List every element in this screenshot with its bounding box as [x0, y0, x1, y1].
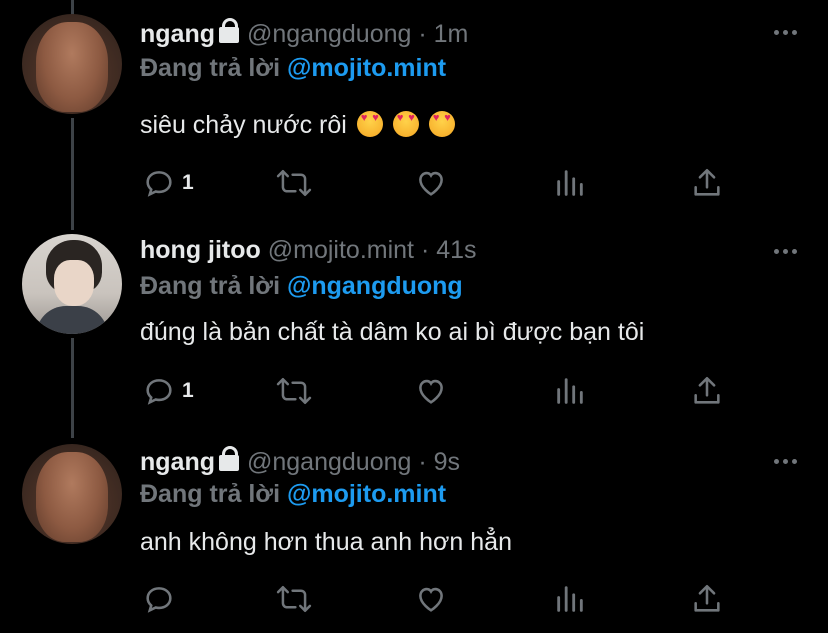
tweet-text: anh không hơn thua anh hơn hẳn — [140, 528, 512, 556]
reply-icon — [146, 379, 172, 405]
retweet-icon — [276, 585, 312, 613]
timestamp[interactable]: 1m — [434, 20, 469, 48]
replying-to-mention[interactable]: @ngangduong — [287, 272, 463, 300]
retweet-icon — [276, 377, 312, 405]
reply-count: 1 — [182, 171, 194, 194]
replying-to-label: Đang trả lời — [140, 272, 281, 300]
tweet[interactable]: ngang @ngangduong · 9s Đang trả lời @moji… — [0, 422, 828, 633]
timestamp[interactable]: 9s — [434, 448, 460, 476]
retweet-icon — [276, 169, 312, 197]
tweet-actions: 1 — [0, 166, 828, 200]
separator-dot: · — [418, 448, 427, 476]
tweet-header: ngang @ngangduong · 9s — [140, 446, 460, 477]
reply-count: 1 — [182, 379, 194, 402]
replying-to-mention[interactable]: @mojito.mint — [287, 54, 446, 82]
replying-to-label: Đang trả lời — [140, 480, 281, 508]
tweet-actions: 1 — [0, 374, 828, 408]
retweet-button[interactable] — [276, 374, 312, 408]
tweet[interactable]: ngang @ngangduong · 1m Đang trả lời @moji… — [0, 0, 828, 212]
heart-eyes-emoji — [356, 111, 383, 137]
like-icon — [419, 379, 443, 404]
analytics-button[interactable] — [553, 374, 587, 408]
retweet-button[interactable] — [276, 582, 312, 616]
heart-eyes-emoji — [428, 111, 455, 137]
replying-to-label: Đang trả lời — [140, 54, 281, 82]
analytics-icon — [557, 586, 583, 612]
avatar[interactable] — [22, 444, 122, 544]
tweet-header: ngang @ngangduong · 1m — [140, 18, 469, 49]
timestamp[interactable]: 41s — [436, 236, 476, 264]
more-icon[interactable] — [772, 246, 800, 256]
like-button[interactable] — [414, 374, 448, 408]
share-icon — [694, 168, 720, 196]
tweet-actions — [0, 582, 828, 616]
reply-button[interactable]: 1 — [142, 374, 194, 408]
lock-icon — [219, 446, 239, 471]
replying-to-mention[interactable]: @mojito.mint — [287, 480, 446, 508]
like-icon — [419, 171, 443, 196]
reply-icon — [146, 587, 172, 613]
tweet-header: hong jitoo @mojito.mint · 41s — [140, 235, 477, 265]
share-button[interactable] — [690, 166, 724, 200]
tweet[interactable]: hong jitoo @mojito.mint · 41s Đang trả l… — [0, 212, 828, 422]
like-button[interactable] — [414, 582, 448, 616]
tweet-text: siêu chảy nước rôi — [140, 110, 455, 140]
display-name[interactable]: ngang — [140, 20, 215, 48]
display-name[interactable]: ngang — [140, 448, 215, 476]
separator-dot: · — [420, 236, 430, 264]
replying-to: Đang trả lời @mojito.mint — [140, 479, 446, 509]
analytics-icon — [557, 170, 583, 196]
tweet-text: đúng là bản chất tà dâm ko ai bì được bạ… — [140, 318, 645, 346]
username[interactable]: @ngangduong — [247, 448, 411, 476]
more-icon[interactable] — [772, 27, 800, 37]
like-button[interactable] — [414, 166, 448, 200]
analytics-button[interactable] — [553, 582, 587, 616]
share-button[interactable] — [690, 374, 724, 408]
share-button[interactable] — [690, 582, 724, 616]
lock-icon — [219, 18, 239, 43]
replying-to: Đang trả lời @mojito.mint — [140, 53, 446, 83]
analytics-button[interactable] — [553, 166, 587, 200]
share-icon — [694, 376, 720, 404]
share-icon — [694, 584, 720, 612]
username[interactable]: @mojito.mint — [268, 236, 414, 264]
display-name[interactable]: hong jitoo — [140, 236, 261, 264]
reply-button[interactable]: 1 — [142, 166, 194, 200]
more-icon[interactable] — [772, 456, 800, 466]
like-icon — [419, 587, 443, 612]
avatar[interactable] — [22, 234, 122, 334]
analytics-icon — [557, 378, 583, 404]
username[interactable]: @ngangduong — [247, 20, 411, 48]
heart-eyes-emoji — [392, 111, 419, 137]
retweet-button[interactable] — [276, 166, 312, 200]
avatar-shoulders — [36, 306, 108, 334]
avatar[interactable] — [22, 14, 122, 114]
tweet-text-content: siêu chảy nước rôi — [140, 111, 347, 139]
reply-icon — [146, 171, 172, 197]
separator-dot: · — [418, 20, 427, 48]
reply-button[interactable] — [142, 582, 182, 616]
replying-to: Đang trả lời @ngangduong — [140, 271, 463, 301]
